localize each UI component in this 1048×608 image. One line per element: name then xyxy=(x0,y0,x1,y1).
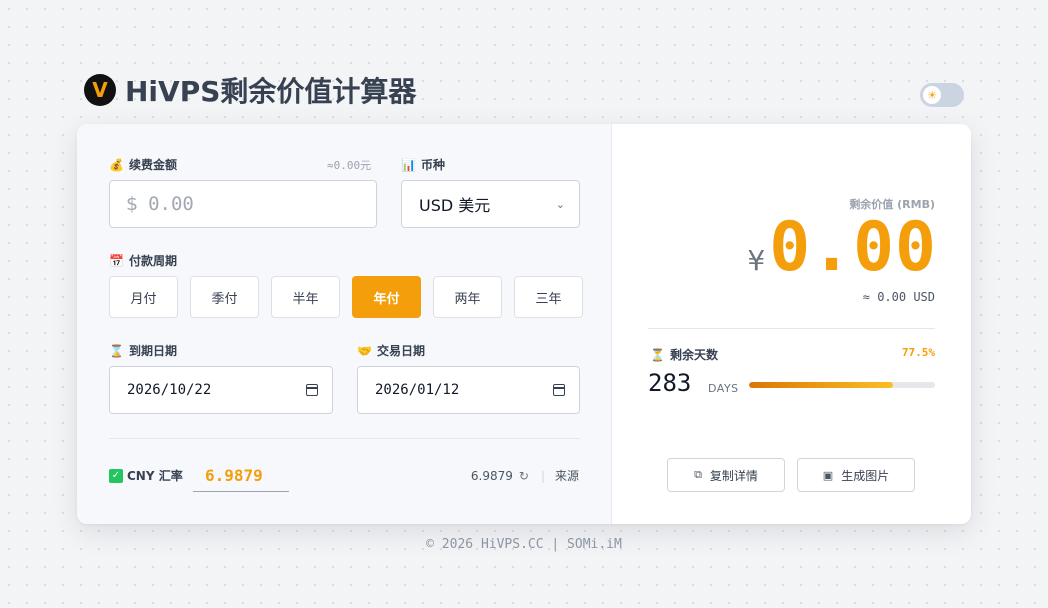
check-icon: ✓ xyxy=(109,468,123,483)
amount-cny-hint: ≈0.00元 xyxy=(327,159,372,172)
calendar-picker-icon[interactable] xyxy=(553,384,565,396)
rate-reference: 6.9879 xyxy=(470,468,513,483)
usd-approx: ≈ 0.00 USD xyxy=(862,290,935,304)
hourglass-icon: ⌛ xyxy=(109,343,124,358)
period-biennial[interactable]: 两年 xyxy=(433,276,502,318)
amount-input[interactable] xyxy=(148,193,349,215)
currency-value: USD 美元 xyxy=(419,196,491,215)
logo-icon: V xyxy=(84,74,116,106)
money-bag-icon: 💰 xyxy=(109,157,124,172)
rate-source-link[interactable]: 来源 xyxy=(555,467,579,484)
rate-label: ✓ CNY 汇率 xyxy=(109,467,183,484)
separator: | xyxy=(540,468,545,483)
app-header: V HiVPS剩余价值计算器 xyxy=(84,70,416,110)
yen-symbol: ¥ xyxy=(747,244,766,277)
hourglass-icon: ⏳ xyxy=(650,347,665,362)
result-panel: 剩余价值 (RMB) ¥ 0.00 ≈ 0.00 USD ⏳ 剩余天数 77.5… xyxy=(612,124,971,524)
period-label: 📅 付款周期 xyxy=(109,253,177,269)
progress-fill xyxy=(749,382,894,388)
calculator-card: 💰 续费金额 ≈0.00元 $ 📊 币种 USD 美元 ⌄ 📅 付款周期 月付 … xyxy=(77,124,971,524)
footer: © 2026 HiVPS.CC | SOMi.iM xyxy=(426,537,622,552)
action-buttons: ⧉ 复制详情 ▣ 生成图片 xyxy=(667,458,915,492)
dollar-prefix: $ xyxy=(126,193,139,215)
days-count: 283 xyxy=(648,369,692,397)
calendar-picker-icon[interactable] xyxy=(306,384,318,396)
period-monthly[interactable]: 月付 xyxy=(109,276,178,318)
trade-date-input[interactable]: 2026/01/12 xyxy=(357,366,580,414)
days-percent: 77.5% xyxy=(901,346,935,359)
days-label: ⏳ 剩余天数 xyxy=(650,347,718,363)
input-panel: 💰 续费金额 ≈0.00元 $ 📊 币种 USD 美元 ⌄ 📅 付款周期 月付 … xyxy=(77,124,612,524)
sun-icon: ☀ xyxy=(923,86,941,104)
page-title: HiVPS剩余价值计算器 xyxy=(125,75,417,108)
expiry-label: ⌛ 到期日期 xyxy=(109,343,177,359)
amount-field[interactable]: $ xyxy=(109,180,377,228)
copy-details-button[interactable]: ⧉ 复制详情 xyxy=(667,458,785,492)
period-options: 月付 季付 半年 年付 两年 三年 xyxy=(109,276,583,318)
divider xyxy=(648,328,935,329)
days-unit: DAYS xyxy=(708,382,739,395)
rate-input[interactable]: 6.9879 xyxy=(193,460,289,492)
period-annual[interactable]: 年付 xyxy=(352,276,421,318)
calendar-icon: 📅 xyxy=(109,253,124,268)
period-triennial[interactable]: 三年 xyxy=(514,276,583,318)
divider xyxy=(109,438,580,439)
chart-icon: 📊 xyxy=(401,157,416,172)
period-semiannual[interactable]: 半年 xyxy=(271,276,340,318)
expiry-date-input[interactable]: 2026/10/22 xyxy=(109,366,333,414)
chevron-down-icon: ⌄ xyxy=(555,197,565,211)
result-amount: 0.00 xyxy=(769,208,937,287)
amount-label: 💰 续费金额 xyxy=(109,157,177,173)
refresh-icon[interactable]: ↻ xyxy=(519,469,529,483)
image-icon: ▣ xyxy=(822,468,834,482)
theme-toggle[interactable]: ☀ xyxy=(920,83,964,107)
result-value: ¥ 0.00 xyxy=(747,214,937,282)
copy-icon: ⧉ xyxy=(694,468,702,481)
currency-label: 📊 币种 xyxy=(401,157,445,173)
period-quarterly[interactable]: 季付 xyxy=(190,276,259,318)
trade-label: 🤝 交易日期 xyxy=(357,343,425,359)
generate-image-button[interactable]: ▣ 生成图片 xyxy=(797,458,915,492)
rate-info: 6.9879 ↻ | 来源 xyxy=(471,467,579,484)
days-progress-bar xyxy=(749,382,935,388)
handshake-icon: 🤝 xyxy=(357,343,372,358)
currency-select[interactable]: USD 美元 ⌄ xyxy=(401,180,580,228)
